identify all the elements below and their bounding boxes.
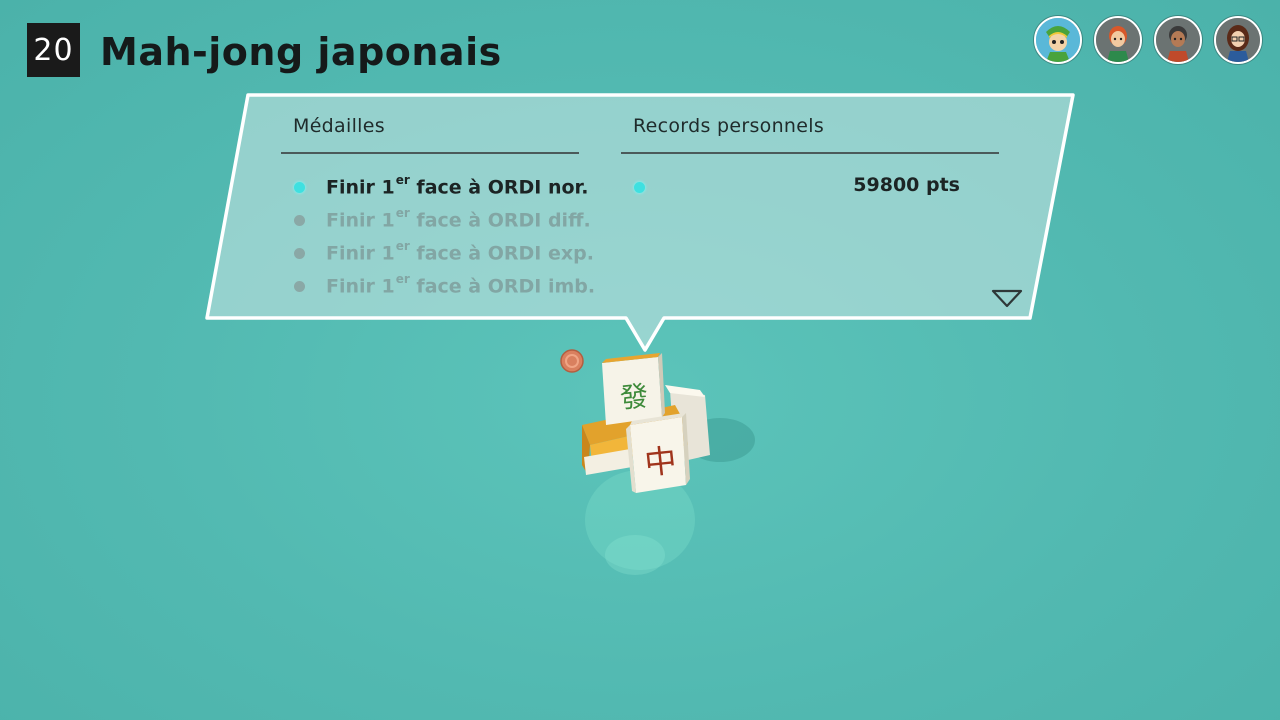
medal-label: Finir 1er face à ORDI nor. <box>326 173 589 199</box>
redhead-mii-avatar-icon[interactable] <box>1094 16 1142 64</box>
medal-item-expert: Finir 1er face à ORDI exp. <box>294 238 594 268</box>
player-avatars <box>1034 16 1262 64</box>
brunette-glasses-mii-avatar-icon[interactable] <box>1214 16 1262 64</box>
medal-item-difficult: Finir 1er face à ORDI diff. <box>294 205 591 235</box>
svg-text:發: 發 <box>619 379 650 415</box>
records-header: Records personnels <box>633 115 825 137</box>
medal-locked-dot-icon <box>294 247 305 259</box>
medal-earned-dot-icon <box>294 181 305 193</box>
scroll-down-arrow-icon[interactable] <box>991 289 1023 313</box>
medals-divider <box>281 152 579 154</box>
medal-label: Finir 1er face à ORDI imb. <box>326 272 596 298</box>
svg-text:中: 中 <box>643 441 679 482</box>
medal-item-unbeatable: Finir 1er face à ORDI imb. <box>294 271 595 301</box>
medal-item-normal: Finir 1er face à ORDI nor. <box>294 172 588 202</box>
medal-locked-dot-icon <box>294 280 305 292</box>
personal-record-value: 59800 pts <box>853 174 960 196</box>
mahjong-tiles-icon[interactable]: 發 中 <box>570 345 770 589</box>
link-avatar-icon[interactable] <box>1034 16 1082 64</box>
records-divider <box>621 152 999 154</box>
game-title: Mah-jong japonais <box>100 30 502 74</box>
medal-locked-dot-icon <box>294 214 305 226</box>
medal-label: Finir 1er face à ORDI exp. <box>326 239 594 265</box>
medal-label: Finir 1er face à ORDI diff. <box>326 206 591 232</box>
medals-header: Médailles <box>293 115 385 137</box>
dark-hair-mii-avatar-icon[interactable] <box>1154 16 1202 64</box>
record-earned-dot-icon <box>634 182 645 193</box>
game-number-badge: 20 <box>27 23 80 77</box>
